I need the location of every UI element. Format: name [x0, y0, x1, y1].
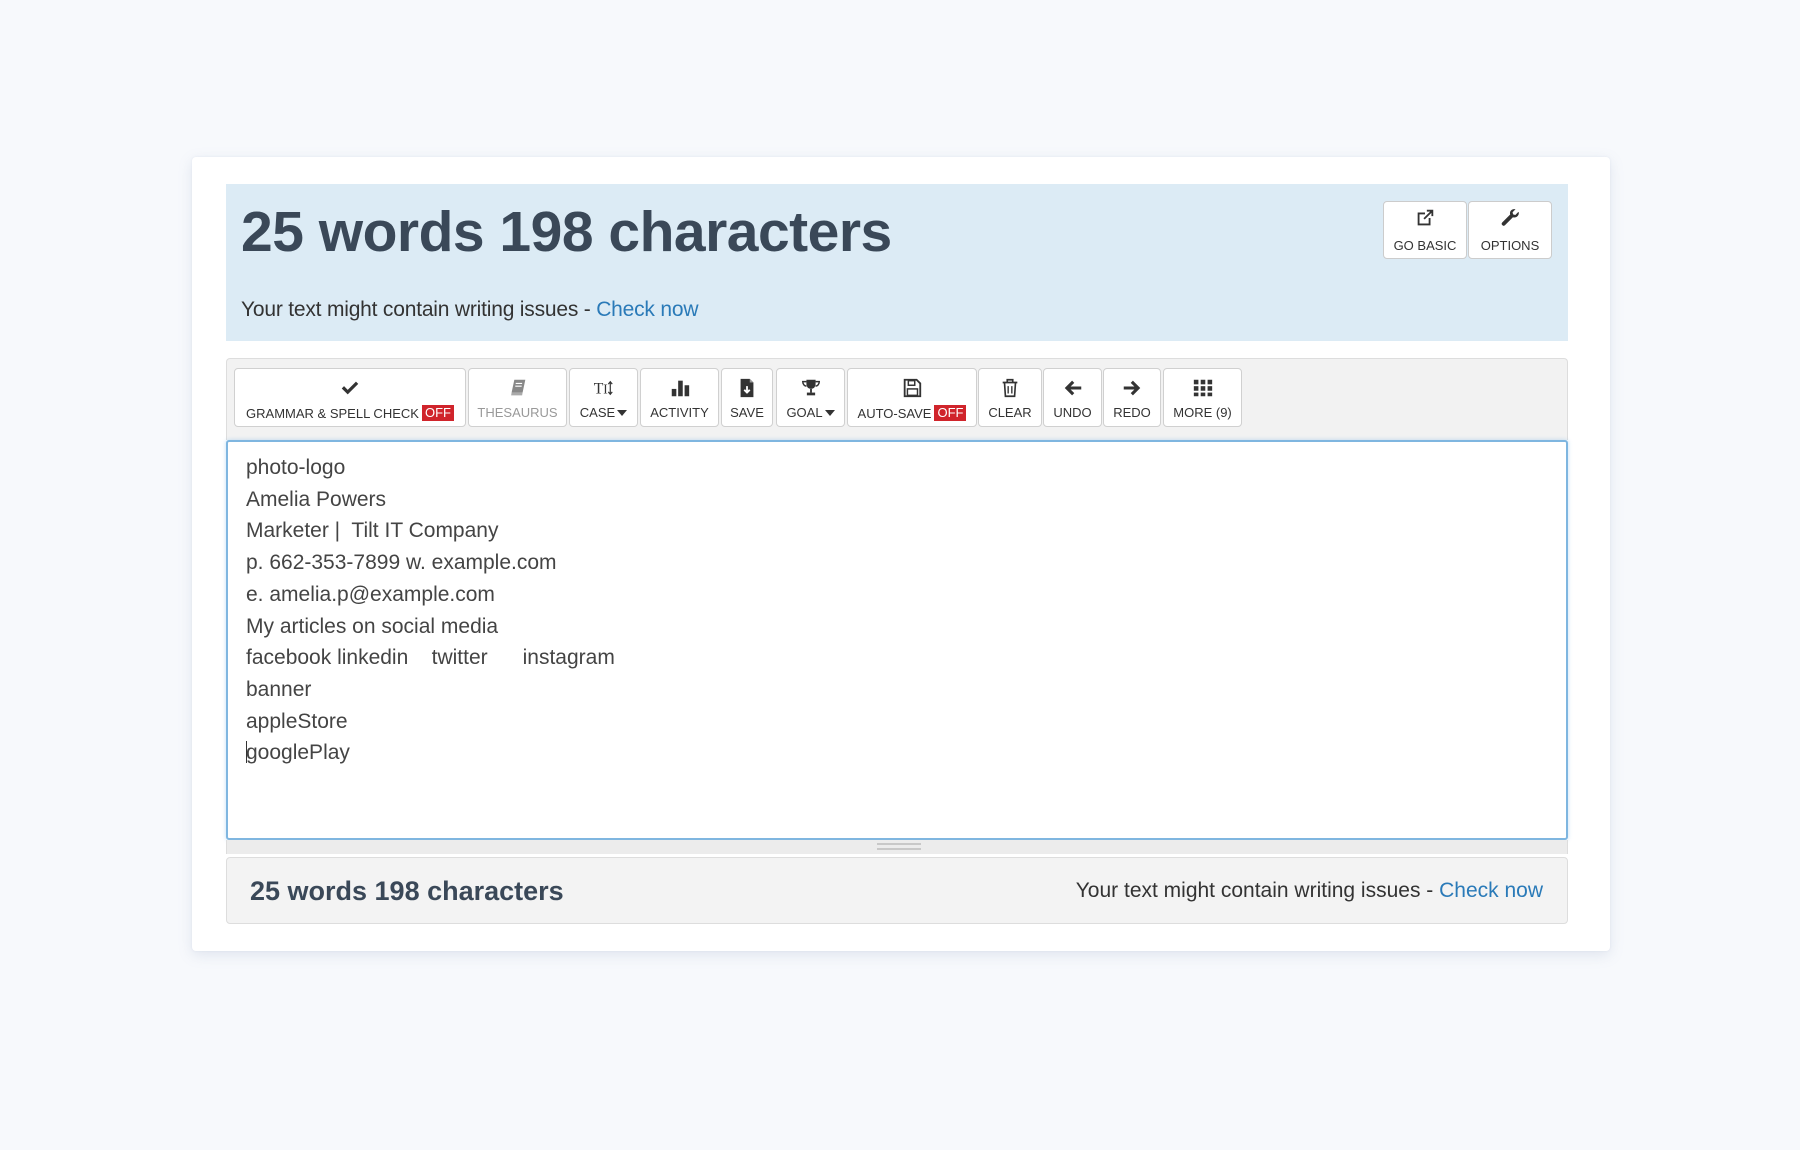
checkmark-icon: [339, 375, 361, 401]
undo-button[interactable]: UNDO: [1043, 368, 1102, 427]
check-now-link[interactable]: Check now: [596, 298, 698, 321]
clear-button[interactable]: CLEAR: [978, 368, 1042, 427]
grid-icon: [1192, 375, 1214, 401]
editor-line: p. 662-353-7899 w. example.com: [246, 551, 557, 575]
word-counter-card: 25 words 198 characters Your text might …: [192, 157, 1610, 951]
goal-label: GOAL: [786, 405, 823, 420]
book-icon: [507, 375, 529, 401]
undo-label: UNDO: [1053, 405, 1092, 420]
arrow-left-icon: [1062, 375, 1084, 401]
footer-writing-issues-text: Your text might contain writing issues -: [1075, 879, 1440, 902]
writing-issues-notice: Your text might contain writing issues -…: [241, 298, 698, 322]
arrow-right-icon: [1121, 375, 1143, 401]
page-title: 25 words 198 characters: [241, 200, 892, 264]
go-basic-button[interactable]: GO BASIC: [1383, 201, 1467, 259]
case-dropdown-button[interactable]: TI CASE: [569, 368, 638, 427]
text-case-icon: TI: [593, 375, 615, 401]
caret-down-icon: [824, 409, 835, 416]
case-label: CASE: [579, 405, 616, 420]
editor-content[interactable]: photo-logo Amelia Powers Marketer | Tilt…: [246, 452, 615, 769]
editor-line: facebook linkedin twitter instagram: [246, 646, 615, 670]
trash-icon: [999, 375, 1021, 401]
editor-resize-bar: [226, 840, 1568, 854]
save-label: SAVE: [730, 405, 764, 420]
file-download-icon: [736, 375, 758, 401]
editor-toolbar: GRAMMAR & SPELL CHECK OFF THESAURUS TI CA…: [226, 358, 1568, 440]
svg-text:I: I: [603, 382, 607, 397]
redo-button[interactable]: REDO: [1103, 368, 1161, 427]
activity-button[interactable]: ACTIVITY: [640, 368, 719, 427]
editor-line: Amelia Powers: [246, 487, 387, 511]
editor-line: appleStore: [246, 709, 348, 733]
auto-save-button[interactable]: AUTO-SAVE OFF: [847, 368, 977, 427]
editor-line: e. amelia.p@example.com: [246, 582, 495, 606]
caret-down-icon: [617, 409, 628, 416]
floppy-disk-icon: [901, 375, 923, 401]
more-button[interactable]: MORE (9): [1163, 368, 1242, 427]
more-label: MORE (9): [1173, 405, 1232, 420]
options-label: OPTIONS: [1480, 238, 1540, 253]
stats-header: 25 words 198 characters Your text might …: [226, 184, 1568, 341]
trophy-icon: [800, 375, 822, 401]
editor-line: photo-logo: [246, 456, 346, 479]
text-editor[interactable]: photo-logo Amelia Powers Marketer | Tilt…: [226, 440, 1568, 840]
bar-chart-icon: [669, 375, 691, 401]
auto-save-label: AUTO-SAVE: [857, 405, 932, 421]
go-basic-label: GO BASIC: [1393, 238, 1457, 253]
editor-line: My articles on social media: [246, 614, 499, 638]
wrench-icon: [1499, 207, 1521, 234]
footer-word-count: 25 words 198 characters: [250, 876, 564, 906]
grammar-spell-check-button[interactable]: GRAMMAR & SPELL CHECK OFF: [234, 368, 466, 427]
editor-line: Marketer | Tilt IT Company: [246, 519, 499, 543]
footer-check-now-link[interactable]: Check now: [1439, 879, 1543, 902]
writing-issues-text: Your text might contain writing issues -: [241, 298, 597, 321]
stats-footer: 25 words 198 characters Your text might …: [226, 857, 1568, 924]
goal-dropdown-button[interactable]: GOAL: [776, 368, 845, 427]
editor-line: googlePlay: [246, 741, 350, 765]
grammar-off-badge: OFF: [421, 405, 454, 421]
redo-label: REDO: [1113, 405, 1151, 420]
activity-label: ACTIVITY: [650, 405, 709, 420]
resize-handle[interactable]: [877, 843, 921, 850]
thesaurus-button[interactable]: THESAURUS: [468, 368, 567, 427]
thesaurus-label: THESAURUS: [477, 405, 558, 420]
clear-label: CLEAR: [988, 405, 1032, 420]
grammar-label: GRAMMAR & SPELL CHECK: [246, 405, 419, 421]
auto-save-off-badge: OFF: [934, 405, 967, 421]
footer-writing-issues-notice: Your text might contain writing issues -…: [1076, 879, 1543, 903]
editor-line: banner: [246, 677, 312, 701]
svg-text:T: T: [593, 381, 603, 398]
save-button[interactable]: SAVE: [721, 368, 773, 427]
options-button[interactable]: OPTIONS: [1468, 201, 1552, 259]
external-link-icon: [1414, 207, 1436, 234]
